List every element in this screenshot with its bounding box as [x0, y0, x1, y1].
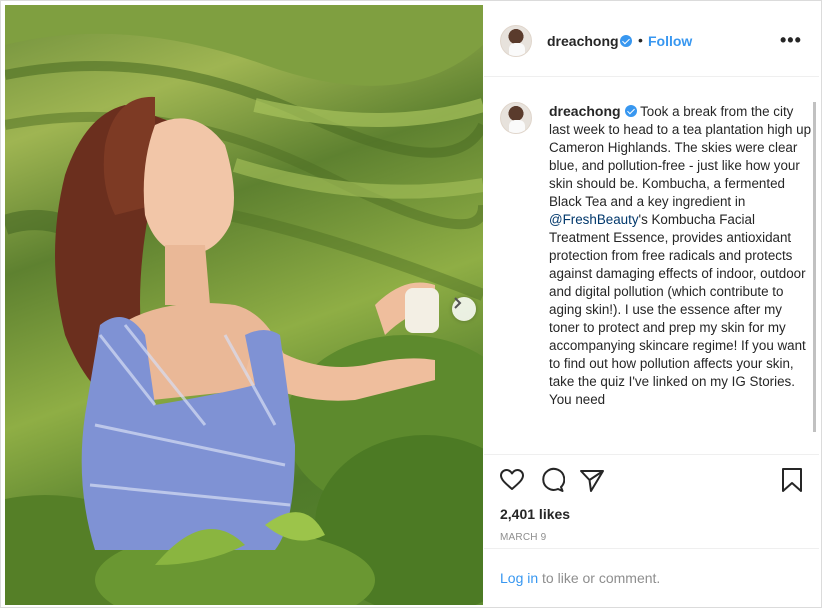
caption-avatar[interactable]	[500, 102, 532, 134]
verified-badge-icon	[624, 105, 637, 117]
scrollbar-thumb[interactable]	[813, 102, 816, 432]
comment-bar: Log in to like or comment.	[484, 548, 819, 605]
caption-body-end: 's Kombucha Facial Treatment Essence, pr…	[549, 212, 806, 407]
mention-link[interactable]: @FreshBeauty	[549, 212, 639, 227]
chevron-right-icon	[454, 297, 462, 309]
separator-dot: •	[638, 32, 643, 48]
post-modal: dreachong • Follow ••• dreachong Took a …	[0, 0, 822, 608]
post-header: dreachong • Follow •••	[484, 5, 819, 77]
caption-area[interactable]: dreachong Took a break from the city las…	[484, 78, 819, 454]
comment-bubble-icon[interactable]	[539, 467, 565, 493]
post-side-panel: dreachong • Follow ••• dreachong Took a …	[484, 5, 819, 605]
caption-scrollbar[interactable]: ▼	[812, 102, 817, 432]
post-actions: 2,401 likes MARCH 9	[484, 454, 819, 548]
login-prompt-suffix: to like or comment.	[538, 570, 661, 586]
like-count[interactable]: 2,401 likes	[500, 506, 570, 522]
caption-text: dreachong Took a break from the city las…	[549, 102, 814, 409]
login-prompt: Log in to like or comment.	[500, 570, 660, 586]
caption-username[interactable]: dreachong	[549, 103, 621, 119]
post-date[interactable]: MARCH 9	[500, 532, 546, 543]
header-username[interactable]: dreachong	[547, 33, 619, 49]
post-photo[interactable]	[5, 5, 483, 605]
carousel-next-button[interactable]	[452, 297, 476, 321]
photo-illustration	[5, 5, 483, 605]
paper-plane-icon[interactable]	[579, 467, 605, 493]
follow-button[interactable]: Follow	[648, 33, 692, 49]
more-options-button[interactable]: •••	[780, 31, 802, 49]
verified-badge-icon	[620, 35, 632, 47]
login-link[interactable]: Log in	[500, 570, 538, 586]
avatar[interactable]	[500, 25, 532, 57]
caption-body-start: Took a break from the city last week to …	[549, 104, 812, 209]
bookmark-icon[interactable]	[779, 467, 805, 493]
heart-icon[interactable]	[499, 467, 525, 493]
